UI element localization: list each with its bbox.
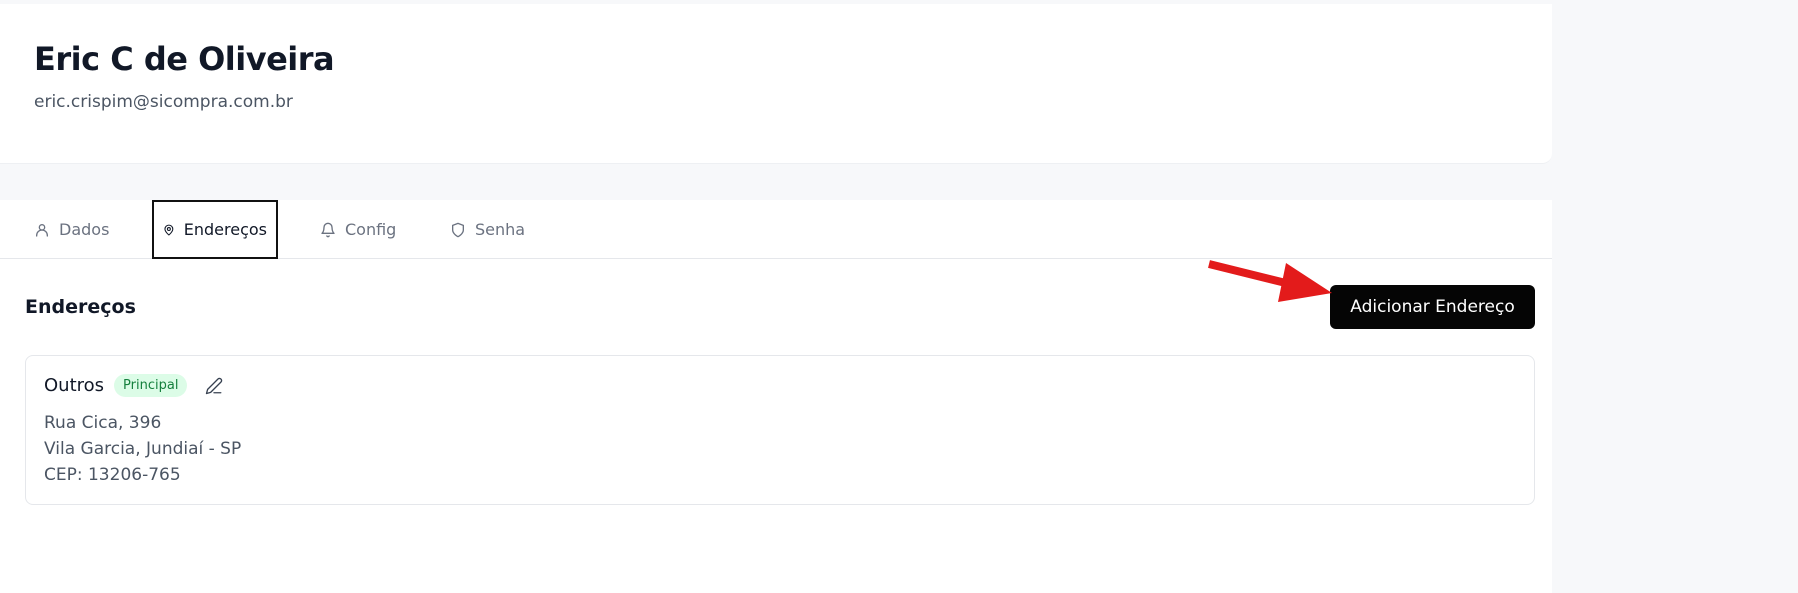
status-badge: Principal <box>114 374 188 397</box>
tab-enderecos[interactable]: Endereços <box>152 200 278 259</box>
map-pin-icon <box>164 224 174 235</box>
address-cep: CEP: 13206-765 <box>44 465 181 485</box>
tab-senha[interactable]: Senha <box>450 200 525 259</box>
tab-label: Dados <box>59 220 110 239</box>
profile-name: Eric C de Oliveira <box>34 40 335 78</box>
section-title: Endereços <box>25 296 136 318</box>
bell-icon <box>321 222 335 237</box>
profile-page: Eric C de Oliveira eric.crispim@sicompra… <box>0 0 1798 593</box>
annotation-arrow-icon <box>1208 260 1332 302</box>
address-street: Rua Cica, 396 <box>44 413 162 433</box>
user-icon <box>36 223 48 237</box>
tab-bar: Dados Endereços Config Senha <box>0 200 1552 259</box>
tab-config[interactable]: Config <box>320 200 396 259</box>
profile-email: eric.crispim@sicompra.com.br <box>34 92 293 112</box>
tab-label: Senha <box>475 220 526 239</box>
address-card-header: Outros Principal <box>44 374 223 397</box>
address-details: Rua Cica, 396 Vila Garcia, Jundiaí - SP … <box>44 410 241 488</box>
address-district-city: Vila Garcia, Jundiaí - SP <box>44 439 242 459</box>
address-label: Outros <box>44 375 105 396</box>
shield-icon <box>452 222 464 237</box>
address-card: Outros Principal Rua Cica, 396 Vila Garc… <box>25 355 1535 505</box>
tab-label: Config <box>345 220 397 239</box>
add-address-button[interactable]: Adicionar Endereço <box>1330 285 1535 329</box>
tab-label: Endereços <box>183 220 267 239</box>
pencil-icon[interactable] <box>205 377 223 395</box>
tab-dados[interactable]: Dados <box>34 200 109 259</box>
profile-header: Eric C de Oliveira eric.crispim@sicompra… <box>0 4 1552 164</box>
